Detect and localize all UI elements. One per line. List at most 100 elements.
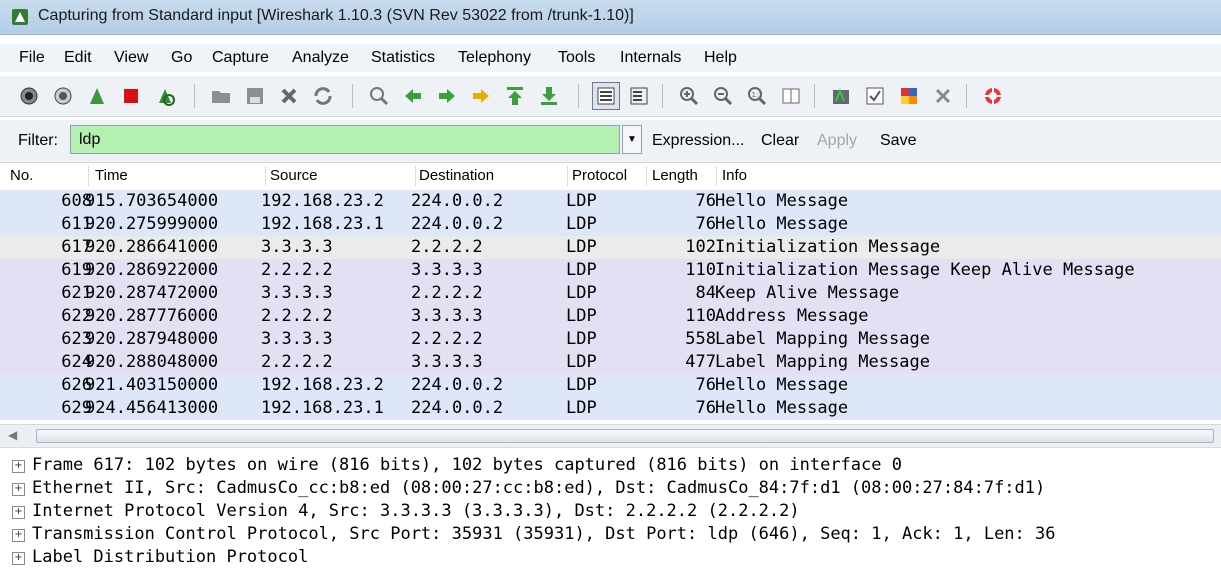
packet-row[interactable]: 626 921.403150000 192.168.23.2 224.0.0.2 LDP…: [0, 374, 1221, 397]
expression-button[interactable]: Expression...: [652, 132, 744, 150]
packet-source: 192.168.23.2: [261, 375, 384, 395]
column-header-length[interactable]: Length: [652, 167, 698, 184]
column-separator[interactable]: [415, 166, 416, 186]
open-file-icon[interactable]: [210, 85, 232, 107]
packet-destination: 224.0.0.2: [411, 191, 504, 211]
packet-length: 477: [685, 352, 716, 372]
expand-icon[interactable]: +: [12, 552, 25, 565]
start-capture-icon[interactable]: [86, 85, 108, 107]
detail-tree-item[interactable]: + Label Distribution Protocol: [12, 547, 308, 570]
detail-tree-item[interactable]: + Internet Protocol Version 4, Src: 3.3.3…: [12, 501, 800, 524]
column-header-no[interactable]: No.: [10, 167, 33, 184]
go-back-icon[interactable]: [402, 85, 424, 107]
column-separator[interactable]: [567, 166, 568, 186]
interfaces-icon[interactable]: [18, 85, 40, 107]
detail-tree-item[interactable]: + Ethernet II, Src: CadmusCo_cc:b8:ed (08…: [12, 478, 1045, 501]
packet-row[interactable]: 621 920.287472000 3.3.3.3 2.2.2.2 LDP 84 Keep …: [0, 282, 1221, 305]
apply-button[interactable]: Apply: [817, 132, 857, 150]
packet-source: 2.2.2.2: [261, 352, 333, 372]
packet-length: 110: [685, 260, 716, 280]
packet-row[interactable]: 623 920.287948000 3.3.3.3 2.2.2.2 LDP 558 Labe…: [0, 328, 1221, 351]
packet-row[interactable]: 622 920.287776000 2.2.2.2 3.3.3.3 LDP 110 Addr…: [0, 305, 1221, 328]
stop-capture-icon[interactable]: [120, 85, 142, 107]
column-separator[interactable]: [716, 166, 717, 186]
column-header-info[interactable]: Info: [722, 167, 747, 184]
packet-destination: 2.2.2.2: [411, 329, 483, 349]
expand-icon[interactable]: +: [12, 506, 25, 519]
expand-icon[interactable]: +: [12, 460, 25, 473]
packet-list-hscrollbar[interactable]: ◀: [0, 424, 1221, 448]
detail-tree-item[interactable]: + Frame 617: 102 bytes on wire (816 bits)…: [12, 455, 902, 478]
help-icon[interactable]: [982, 85, 1004, 107]
close-file-icon[interactable]: [278, 85, 300, 107]
save-file-icon[interactable]: [244, 85, 266, 107]
packet-info: Label Mapping Message: [715, 352, 930, 372]
normal-size-icon[interactable]: 1:1: [746, 85, 768, 107]
zoom-out-icon[interactable]: [712, 85, 734, 107]
resize-columns-icon[interactable]: [780, 85, 802, 107]
colorize-icon[interactable]: [592, 82, 620, 110]
capture-filters-icon[interactable]: [830, 85, 852, 107]
column-header-protocol[interactable]: Protocol: [572, 167, 627, 184]
packet-list-header: No. Time Source Destination Protocol Len…: [0, 164, 1221, 188]
menu-tools[interactable]: Tools: [558, 49, 595, 67]
filter-dropdown-button[interactable]: ▼: [622, 125, 642, 154]
menu-help[interactable]: Help: [704, 49, 737, 67]
go-forward-icon[interactable]: [436, 85, 458, 107]
find-packet-icon[interactable]: [368, 85, 390, 107]
menu-statistics[interactable]: Statistics: [371, 49, 435, 67]
column-header-source[interactable]: Source: [270, 167, 318, 184]
packet-number: 622: [61, 306, 92, 326]
packet-row[interactable]: 608 915.703654000 192.168.23.2 224.0.0.2 LDP…: [0, 190, 1221, 213]
save-filter-button[interactable]: Save: [880, 132, 916, 150]
packet-length: 110: [685, 306, 716, 326]
column-header-destination[interactable]: Destination: [419, 167, 494, 184]
packet-source: 3.3.3.3: [261, 237, 333, 257]
packet-source: 2.2.2.2: [261, 260, 333, 280]
packet-row[interactable]: 629 924.456413000 192.168.23.1 224.0.0.2 LDP…: [0, 397, 1221, 420]
menu-edit[interactable]: Edit: [64, 49, 92, 67]
go-last-icon[interactable]: [538, 85, 560, 107]
menu-capture[interactable]: Capture: [212, 49, 269, 67]
column-separator[interactable]: [265, 166, 266, 186]
packet-length: 76: [695, 191, 716, 211]
coloring-rules-icon[interactable]: [898, 85, 920, 107]
packet-row[interactable]: 611 920.275999000 192.168.23.1 224.0.0.2 LDP…: [0, 213, 1221, 236]
menu-telephony[interactable]: Telephony: [458, 49, 531, 67]
column-header-time[interactable]: Time: [95, 167, 128, 184]
packet-row[interactable]: 619 920.286922000 2.2.2.2 3.3.3.3 LDP 110 Init…: [0, 259, 1221, 282]
column-separator[interactable]: [88, 166, 89, 186]
detail-tree-item[interactable]: + Transmission Control Protocol, Src Port…: [12, 524, 1056, 547]
packet-time: 920.286922000: [85, 260, 219, 280]
display-filters-icon[interactable]: [864, 85, 886, 107]
packet-row[interactable]: 617 920.286641000 3.3.3.3 2.2.2.2 LDP 102 Init…: [0, 236, 1221, 259]
menu-analyze[interactable]: Analyze: [292, 49, 349, 67]
menu-bar: File Edit View Go Capture Analyze Statis…: [0, 44, 1221, 72]
display-filter-input[interactable]: ldp: [70, 125, 620, 154]
menu-go[interactable]: Go: [171, 49, 192, 67]
options-icon[interactable]: [52, 85, 74, 107]
expand-icon[interactable]: +: [12, 529, 25, 542]
go-first-icon[interactable]: [504, 85, 526, 107]
reload-icon[interactable]: [312, 85, 334, 107]
packet-length: 76: [695, 398, 716, 418]
expand-icon[interactable]: +: [12, 483, 25, 496]
packet-protocol: LDP: [566, 191, 597, 211]
chevron-down-icon: ▼: [627, 134, 637, 145]
packet-row[interactable]: 624 920.288048000 2.2.2.2 3.3.3.3 LDP 477 Labe…: [0, 351, 1221, 374]
menu-file[interactable]: File: [19, 49, 45, 67]
column-separator[interactable]: [646, 166, 647, 186]
go-to-packet-icon[interactable]: [470, 85, 492, 107]
detail-text: Transmission Control Protocol, Src Port:…: [32, 524, 1056, 544]
zoom-in-icon[interactable]: [678, 85, 700, 107]
packet-time: 920.287776000: [85, 306, 219, 326]
detail-text: Frame 617: 102 bytes on wire (816 bits),…: [32, 455, 902, 475]
restart-capture-icon[interactable]: [154, 85, 176, 107]
menu-view[interactable]: View: [114, 49, 148, 67]
menu-internals[interactable]: Internals: [620, 49, 681, 67]
auto-scroll-icon[interactable]: [628, 85, 650, 107]
clear-button[interactable]: Clear: [761, 132, 799, 150]
scroll-left-icon[interactable]: ◀: [8, 428, 17, 442]
scrollbar-thumb[interactable]: [36, 429, 1214, 443]
preferences-icon[interactable]: [932, 85, 954, 107]
